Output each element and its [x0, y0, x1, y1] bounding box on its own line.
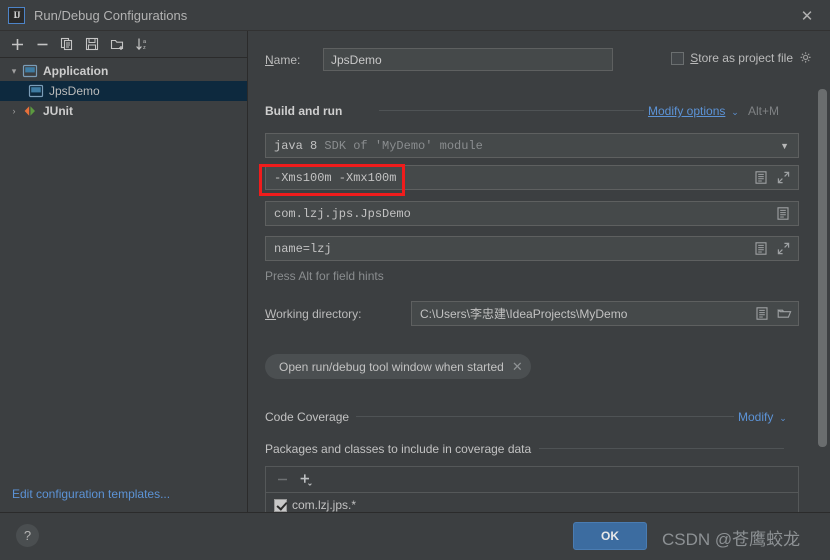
coverage-list-item[interactable]: com.lzj.jps.* — [266, 493, 798, 512]
name-input[interactable] — [323, 48, 613, 71]
watermark-text: CSDN @苍鹰蛟龙 — [662, 530, 801, 549]
section-divider — [379, 110, 644, 111]
working-directory-field[interactable]: C:\Users\李忠建\IdeaProjects\MyDemo — [411, 301, 799, 326]
modify-options-link[interactable]: Modify options ⌄ — [648, 104, 739, 118]
coverage-add-button[interactable] — [299, 473, 314, 487]
close-icon[interactable]: ✕ — [512, 359, 523, 375]
gear-icon[interactable] — [799, 51, 813, 65]
remove-configuration-button[interactable] — [31, 33, 53, 55]
store-as-project-file-checkbox[interactable] — [671, 51, 685, 65]
code-coverage-modify-label: Modify — [738, 410, 774, 424]
code-coverage-modify-link[interactable]: Modify ⌄ — [738, 410, 787, 424]
store-as-project-file-label: Store as project file — [690, 51, 793, 65]
coverage-item-checkbox[interactable] — [274, 498, 287, 512]
configuration-editor-panel: Name: Store as project file Build and ru… — [249, 31, 830, 512]
coverage-list-box: com.lzj.jps.* — [265, 466, 799, 512]
intellij-logo-icon: IJ — [8, 6, 25, 24]
modify-options-label: Modify options — [648, 104, 726, 118]
tree-item-label: JUnit — [43, 104, 73, 118]
program-arguments-field[interactable]: name=lzj — [265, 236, 799, 261]
name-row: Name: — [265, 48, 613, 71]
field-hint-text: Press Alt for field hints — [265, 269, 384, 283]
tree-item-jpsdemo[interactable]: JpsDemo — [0, 81, 247, 101]
vm-options-field[interactable]: -Xms100m -Xmx100m — [265, 165, 799, 190]
vertical-scrollbar-thumb[interactable] — [818, 89, 827, 447]
junit-icon — [22, 104, 38, 118]
ok-button[interactable]: OK — [573, 522, 647, 550]
coverage-item-label: com.lzj.jps.* — [292, 498, 357, 512]
browse-class-icon[interactable] — [772, 202, 794, 225]
coverage-packages-subtitle: Packages and classes to include in cover… — [265, 442, 532, 456]
browse-folder-icon[interactable] — [773, 302, 795, 325]
open-tool-window-chip-label: Open run/debug tool window when started — [279, 359, 504, 374]
macros-icon[interactable] — [750, 166, 772, 189]
chevron-right-icon[interactable]: › — [6, 106, 22, 116]
macros-icon[interactable] — [751, 302, 773, 325]
working-directory-label: Working directory: — [265, 306, 362, 321]
program-arguments-value: name=lzj — [274, 241, 332, 256]
coverage-remove-button[interactable] — [276, 473, 289, 486]
new-folder-button[interactable] — [106, 33, 128, 55]
name-label: Name: — [265, 52, 301, 67]
coverage-list-toolbar — [266, 467, 798, 493]
open-tool-window-chip[interactable]: Open run/debug tool window when started … — [265, 354, 531, 379]
main-class-value: com.lzj.jps.JpsDemo — [274, 206, 411, 221]
tree-item-application[interactable]: ▾ Application — [0, 61, 247, 81]
save-configuration-button[interactable] — [81, 33, 103, 55]
macros-icon[interactable] — [750, 237, 772, 260]
tree-item-label: Application — [43, 64, 109, 78]
sort-alphabetically-button[interactable]: a z — [131, 33, 153, 55]
working-directory-value: C:\Users\李忠建\IdeaProjects\MyDemo — [420, 307, 628, 321]
working-directory-row: Working directory: C:\Users\李忠建\IdeaProj… — [265, 301, 799, 326]
store-as-project-file-row[interactable]: Store as project file — [671, 51, 813, 65]
main-class-field[interactable]: com.lzj.jps.JpsDemo — [265, 201, 799, 226]
tree-item-label: JpsDemo — [49, 84, 100, 98]
application-icon — [22, 64, 38, 78]
jre-description: SDK of 'MyDemo' module — [324, 138, 483, 153]
chevron-down-icon[interactable]: ▼ — [780, 141, 789, 151]
section-divider — [356, 416, 734, 417]
copy-configuration-button[interactable] — [56, 33, 78, 55]
build-and-run-title: Build and run — [265, 104, 343, 118]
window-title: Run/Debug Configurations — [34, 7, 188, 23]
chevron-down-icon[interactable]: ▾ — [6, 66, 22, 77]
jre-combo-text: java 8 SDK of 'MyDemo' module — [266, 139, 780, 153]
code-coverage-title: Code Coverage — [265, 410, 350, 424]
application-icon — [28, 84, 44, 98]
section-divider — [539, 448, 784, 449]
add-configuration-button[interactable] — [6, 33, 28, 55]
svg-text:z: z — [143, 45, 146, 51]
jre-version: java 8 — [274, 138, 318, 153]
expand-icon[interactable] — [772, 237, 794, 260]
dialog-footer: ? OK CSDN @苍鹰蛟龙 — [0, 512, 830, 560]
help-button[interactable]: ? — [16, 524, 39, 547]
edit-configuration-templates-link[interactable]: Edit configuration templates... — [12, 487, 170, 501]
configurations-tree: ▾ Application JpsDemo › JUnit — [0, 58, 247, 121]
vm-options-value: -Xms100m -Xmx100m — [274, 170, 397, 185]
expand-icon[interactable] — [772, 166, 794, 189]
sidebar-toolbar: a z — [0, 31, 247, 58]
tree-item-junit[interactable]: › JUnit — [0, 101, 247, 121]
close-icon[interactable]: ✕ — [784, 0, 830, 31]
modify-options-shortcut: Alt+M — [748, 104, 780, 118]
jre-combo[interactable]: java 8 SDK of 'MyDemo' module ▼ — [265, 133, 799, 158]
run-debug-configurations-dialog: IJ Run/Debug Configurations ✕ a z ▾ Appl… — [0, 0, 830, 560]
configurations-sidebar: a z ▾ Application JpsDemo › JUnit Edit c… — [0, 31, 248, 512]
title-bar: IJ Run/Debug Configurations ✕ — [0, 0, 830, 31]
